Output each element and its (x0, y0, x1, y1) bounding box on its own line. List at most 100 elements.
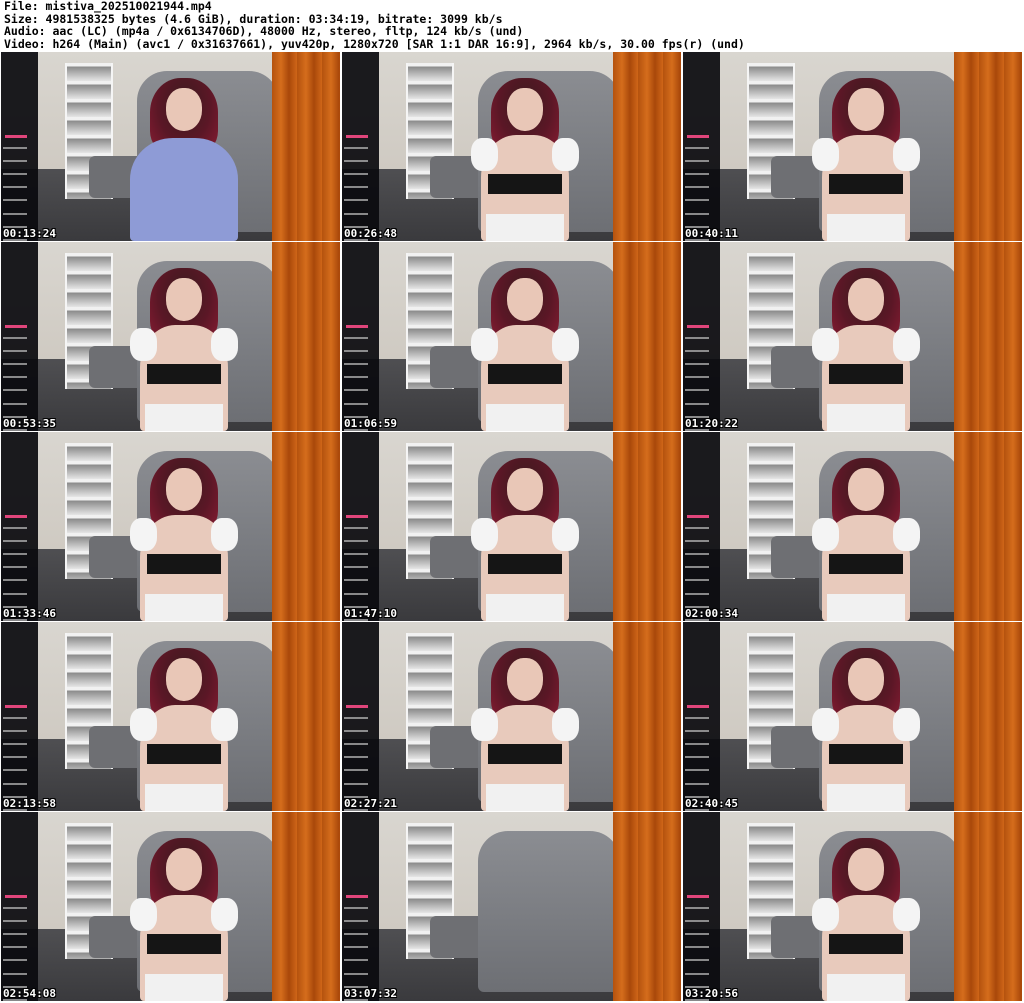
overlay-row (344, 742, 368, 745)
overlay-row (3, 376, 27, 379)
thumbnail-scene (1, 432, 340, 621)
video-info-line: Video: h264 (Main) (avc1 / 0x31637661), … (4, 37, 745, 51)
video-thumbnail: 00:26:48 (342, 52, 681, 241)
overlay-row (3, 906, 27, 909)
streamer-figure (464, 455, 586, 621)
thumbnail-scene (1, 622, 340, 811)
overlay-row (3, 349, 27, 352)
overlay-row (344, 592, 368, 595)
overlay-row (344, 552, 368, 555)
audio-info-line: Audio: aac (LC) (mp4a / 0x6134706D), 480… (4, 25, 524, 38)
overlay-row (344, 919, 368, 922)
thumbnail-timestamp: 03:20:56 (685, 987, 738, 1000)
overlay-row (685, 742, 709, 745)
overlay-row (344, 729, 368, 732)
overlay-row (3, 742, 27, 745)
figure-ruffle-l (130, 517, 158, 552)
stream-menu-overlay (683, 622, 721, 811)
figure-face (506, 657, 544, 702)
overlay-row (685, 932, 709, 935)
overlay-header-bar (346, 325, 368, 329)
overlay-row (344, 389, 368, 392)
figure-skirt (485, 784, 565, 811)
scene-curtain (272, 812, 340, 1001)
overlay-header-bar (5, 895, 27, 899)
streamer-figure (805, 75, 927, 241)
overlay-row (3, 552, 27, 555)
figure-ruffle-l (130, 897, 158, 932)
file-size-line: Size: 4981538325 bytes (4.6 GiB), durati… (4, 12, 503, 26)
overlay-header-bar (5, 515, 27, 519)
figure-ruffle-r (892, 517, 920, 552)
thumbnail-scene (683, 622, 1022, 811)
scene-curtain (954, 242, 1022, 431)
overlay-row (344, 906, 368, 909)
overlay-row (685, 376, 709, 379)
overlay-row (3, 362, 27, 365)
overlay-row (685, 769, 709, 772)
overlay-row (3, 592, 27, 595)
figure-face (506, 87, 544, 132)
streamer-figure (123, 75, 245, 241)
overlay-header-bar (346, 705, 368, 709)
figure-face (506, 467, 544, 512)
overlay-row (3, 972, 27, 975)
scene-curtain (954, 622, 1022, 811)
thumbnail-scene (342, 622, 681, 811)
streamer-figure (464, 265, 586, 431)
figure-ruffle-l (812, 707, 840, 742)
overlay-row (685, 212, 709, 215)
figure-ruffle-l (471, 517, 499, 552)
thumbnail-timestamp: 00:13:24 (3, 227, 56, 240)
overlay-row (685, 566, 709, 569)
stream-menu-overlay (342, 432, 380, 621)
overlay-row (344, 539, 368, 542)
figure-ruffle-r (892, 897, 920, 932)
figure-skirt (826, 404, 906, 431)
figure-face (165, 847, 203, 892)
thumbnail-scene (342, 52, 681, 241)
figure-top-band (488, 554, 562, 575)
figure-top-band (147, 934, 221, 955)
thumbnail-timestamp: 02:27:21 (344, 797, 397, 810)
video-thumbnail: 02:13:58 (1, 622, 340, 811)
overlay-row (344, 212, 368, 215)
figure-skirt (485, 594, 565, 621)
thumbnail-timestamp: 00:26:48 (344, 227, 397, 240)
thumbnail-scene (1, 812, 340, 1001)
figure-face (847, 467, 885, 512)
stream-menu-overlay (683, 812, 721, 1001)
figure-skirt (144, 404, 224, 431)
figure-ruffle-r (551, 707, 579, 742)
overlay-row (685, 402, 709, 405)
overlay-row (3, 146, 27, 149)
figure-skirt (826, 594, 906, 621)
figure-ruffle-r (892, 137, 920, 172)
figure-ruffle-l (130, 707, 158, 742)
figure-top-band (488, 744, 562, 765)
figure-ruffle-l (812, 517, 840, 552)
overlay-row (3, 716, 27, 719)
figure-ruffle-r (892, 327, 920, 362)
thumbnail-scene (342, 242, 681, 431)
overlay-row (344, 146, 368, 149)
scene-curtain (613, 812, 681, 1001)
figure-top-band (488, 174, 562, 195)
figure-ruffle-r (892, 707, 920, 742)
overlay-row (685, 199, 709, 202)
overlay-row (344, 172, 368, 175)
figure-ruffle-r (210, 707, 238, 742)
streamer-figure (805, 645, 927, 811)
figure-ruffle-l (471, 707, 499, 742)
overlay-header-bar (5, 705, 27, 709)
overlay-row (3, 172, 27, 175)
streamer-figure (123, 835, 245, 1001)
stream-menu-overlay (683, 432, 721, 621)
overlay-row (685, 972, 709, 975)
scene-curtain (272, 52, 340, 241)
thumbnail-scene (683, 242, 1022, 431)
figure-top-band (147, 744, 221, 765)
figure-skirt (144, 594, 224, 621)
overlay-row (685, 716, 709, 719)
stream-menu-overlay (1, 432, 39, 621)
